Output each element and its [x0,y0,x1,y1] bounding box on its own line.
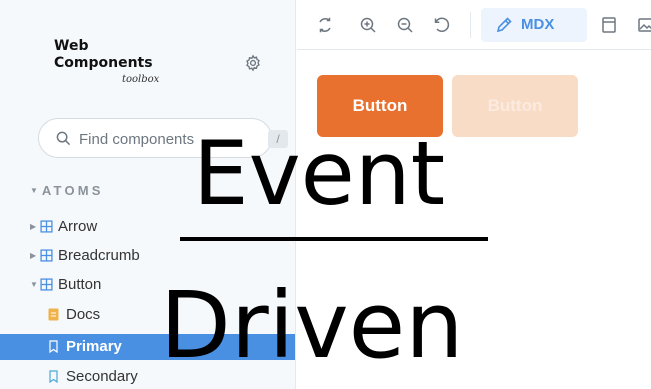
sidebar-item-label: Docs [66,306,101,323]
chevron-right-icon: ▶ [30,251,37,260]
toolbar-divider [470,12,471,38]
bookmark-icon [49,370,58,383]
overlay-title-line-1: Event [193,122,446,225]
section-atoms[interactable]: ▼ ATOMS [30,183,104,198]
toolbar: MDX [297,0,651,50]
search-icon [56,131,71,146]
component-icon [40,220,53,233]
sidebar-item-label: Primary [66,338,122,355]
sidebar-item-label: Breadcrumb [58,247,140,264]
brand-line-3: toolbox [122,74,160,85]
overlay-title-line-2: Driven [160,272,464,379]
sidebar-item-label: Secondary [66,368,138,385]
image-icon[interactable] [637,16,651,34]
brand-line-2: Components [54,55,153,71]
component-icon [40,249,53,262]
reset-zoom-icon[interactable] [433,16,451,34]
sidebar-item-breadcrumb[interactable]: ▶ Breadcrumb [0,243,295,268]
sidebar-item-label: Arrow [58,218,98,235]
sidebar-item-label: Button [58,276,102,293]
frame-icon[interactable] [600,16,618,34]
disabled-button: Button [452,75,578,137]
zoom-out-icon[interactable] [396,16,414,34]
tab-mdx[interactable]: MDX [481,8,587,42]
gear-icon[interactable] [244,54,262,72]
zoom-in-icon[interactable] [359,16,377,34]
chevron-down-icon: ▼ [30,280,38,289]
bookmark-icon [49,340,58,353]
document-icon [48,308,59,321]
chevron-right-icon: ▶ [30,222,37,231]
brand-line-1: Web [54,38,89,54]
brand-logo[interactable]: Web Components toolbox [54,38,159,88]
component-icon [40,278,53,291]
sync-icon[interactable] [316,16,334,34]
overlay-underline [180,237,488,241]
pencil-icon [496,17,512,33]
chevron-down-icon: ▼ [30,186,38,195]
